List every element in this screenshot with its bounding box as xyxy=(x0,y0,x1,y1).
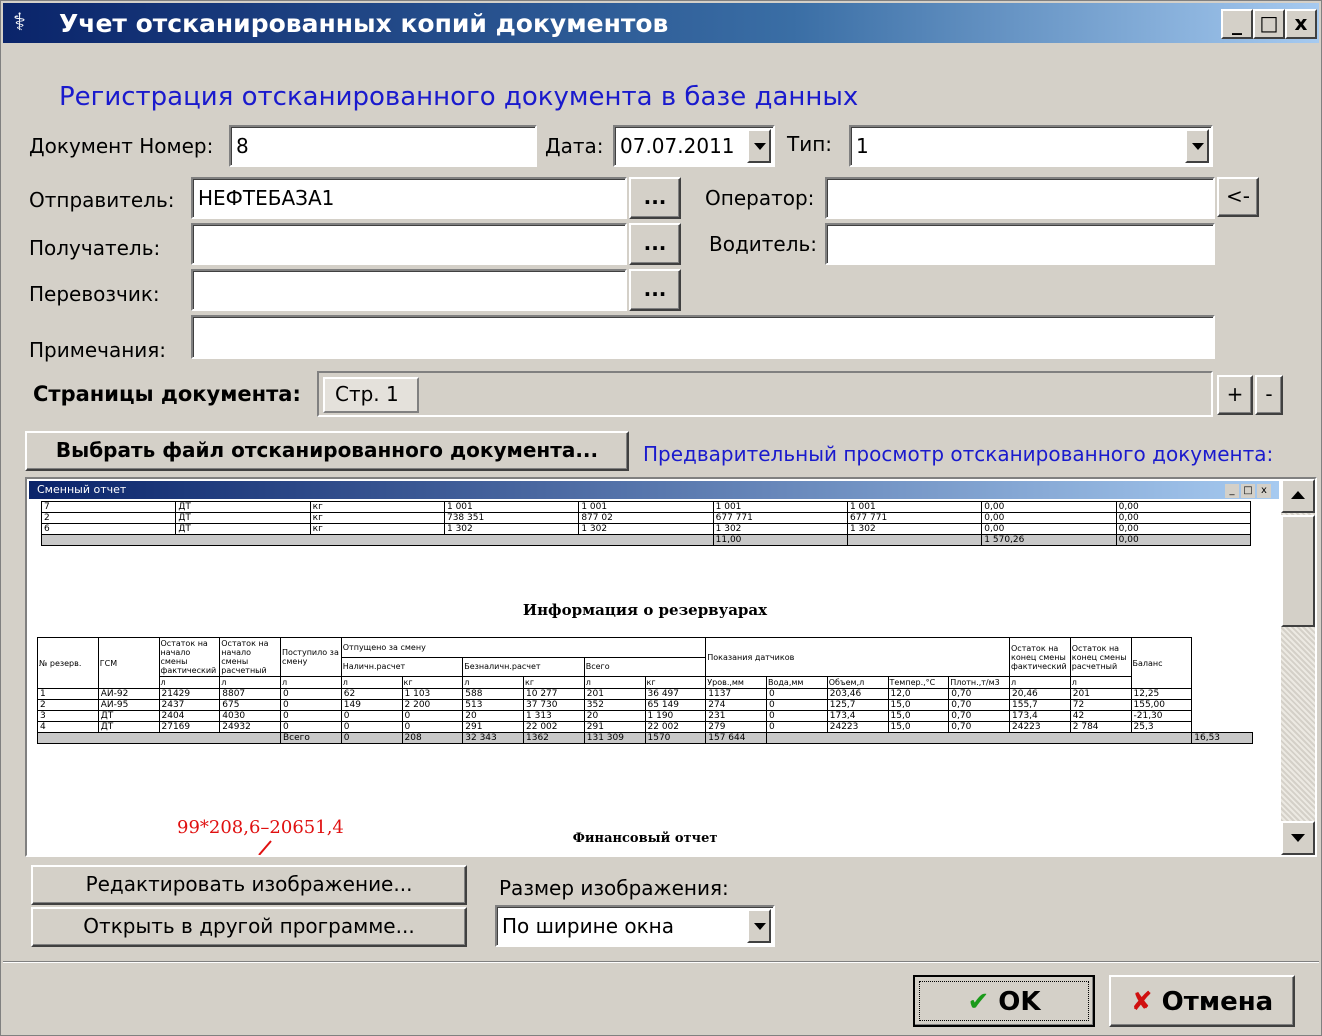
receiver-label: Получатель: xyxy=(29,236,161,260)
type-select[interactable]: 1 xyxy=(849,125,1213,167)
carrier-browse-button[interactable]: ... xyxy=(629,269,681,311)
driver-label: Водитель: xyxy=(709,232,818,256)
scan-reservoir-total-row: Всего 0 208 32 343 1362 131 309 1570 157 644 16,… xyxy=(37,732,1253,744)
scroll-up-button[interactable] xyxy=(1281,479,1315,513)
checkmark-icon: ✔ xyxy=(967,987,990,1017)
add-page-button[interactable]: + xyxy=(1217,375,1253,415)
open-external-button[interactable]: Открыть в другой программе... xyxy=(31,907,467,947)
page-tab-1[interactable]: Стр. 1 xyxy=(323,377,419,413)
maximize-button[interactable]: □ xyxy=(1253,9,1285,39)
sender-input[interactable]: НЕФТЕБАЗА1 xyxy=(191,177,627,219)
type-value: 1 xyxy=(856,134,869,158)
doc-number-label: Документ Номер: xyxy=(29,134,214,158)
cancel-button[interactable]: ✘ Отмена xyxy=(1109,975,1295,1027)
cancel-label: Отмена xyxy=(1161,987,1274,1017)
carrier-label: Перевозчик: xyxy=(29,282,160,306)
image-size-value: По ширине окна xyxy=(502,914,675,938)
operator-label: Оператор: xyxy=(705,186,815,210)
preview-scrollbar[interactable] xyxy=(1281,479,1315,855)
notes-input[interactable] xyxy=(191,315,1215,359)
scan-reservoir-table: № резерв. ГСМ Остаток на начало смены факт… xyxy=(37,637,1259,744)
receiver-browse-button[interactable]: ... xyxy=(629,223,681,265)
scan-top-total-row: 11,00 1 570,26 0,00 xyxy=(41,534,1252,546)
scan-top-row: 7 ДТ кг 1 001 1 001 1 001 1 001 0,00 0,00 xyxy=(40,501,1252,513)
carrier-input[interactable] xyxy=(191,269,627,311)
date-dropdown-button[interactable] xyxy=(747,129,771,163)
title-bar[interactable]: ⚕ Учет отсканированных копий документов … xyxy=(3,3,1319,43)
edit-image-button[interactable]: Редактировать изображение... xyxy=(31,865,467,905)
date-picker[interactable]: 07.07.2011 xyxy=(613,125,775,167)
app-icon: ⚕ xyxy=(13,8,26,36)
type-dropdown-button[interactable] xyxy=(1185,129,1209,163)
close-button[interactable]: x xyxy=(1285,9,1317,39)
type-label: Тип: xyxy=(787,132,833,156)
remove-page-button[interactable]: - xyxy=(1255,375,1283,415)
scan-reservoir-row: 1 АИ-92 21429 8807 0 62 1 103 588 10 277 201 36 49… xyxy=(37,688,1253,700)
receiver-input[interactable] xyxy=(191,223,627,265)
preview-caption: Предварительный просмотр отсканированног… xyxy=(643,442,1274,466)
scan-window-title: Сменный отчет xyxy=(37,483,127,496)
operator-input[interactable] xyxy=(825,177,1215,219)
ok-label: OK xyxy=(998,987,1041,1017)
pages-tab-bar: Стр. 1 xyxy=(317,371,1213,417)
scan-reservoir-row: 3 ДТ 2404 4030 0 0 0 20 1 313 20 1 190 231 0 173,4 15,… xyxy=(37,710,1253,722)
scan-reservoir-row: 4 ДТ 27169 24932 0 0 0 291 22 002 291 22 002 279 0 24… xyxy=(37,721,1253,733)
window-title: Учет отсканированных копий документов xyxy=(59,9,669,38)
scan-window-controls: _ □ x xyxy=(1223,482,1271,500)
select-file-button[interactable]: Выбрать файл отсканированного документа.… xyxy=(25,431,629,471)
scan-document: 7 ДТ кг 1 001 1 001 1 001 1 001 0,00 0,00 2 ДТ кг 73… xyxy=(31,501,1259,855)
ok-button[interactable]: ✔ OK xyxy=(913,975,1095,1027)
scan-top-table: 7 ДТ кг 1 001 1 001 1 001 1 001 0,00 0,00 2 ДТ кг 73… xyxy=(40,501,1259,546)
scan-top-row: 2 ДТ кг 738 351 877 02 677 771 677 771 0,00 0,00 xyxy=(40,512,1252,524)
sender-label: Отправитель: xyxy=(29,188,175,212)
sender-browse-button[interactable]: ... xyxy=(629,177,681,219)
minimize-button[interactable]: _ xyxy=(1221,9,1253,39)
scroll-down-button[interactable] xyxy=(1281,821,1315,855)
scan-reservoir-row: 2 АИ-95 2437 675 0 149 2 200 513 37 730 352 65 149… xyxy=(37,699,1253,711)
form-heading: Регистрация отсканированного документа в… xyxy=(59,82,859,112)
date-value: 07.07.2011 xyxy=(620,134,735,158)
scan-preview[interactable]: Сменный отчет _ □ x 7 ДТ кг 1 001 1 001 1 001 1 … xyxy=(25,477,1317,857)
image-size-label: Размер изображения: xyxy=(499,876,729,900)
operator-fill-button[interactable]: <- xyxy=(1217,177,1259,217)
scroll-thumb[interactable] xyxy=(1281,515,1315,627)
finance-title: Финансовый отчет xyxy=(572,831,718,846)
driver-input[interactable] xyxy=(825,223,1215,265)
main-window: ⚕ Учет отсканированных копий документов … xyxy=(0,0,1322,1036)
notes-label: Примечания: xyxy=(29,338,167,362)
scan-top-row: 6 ДТ кг 1 302 1 302 1 302 1 302 0,00 0,00 xyxy=(40,523,1252,535)
image-size-dropdown-button[interactable] xyxy=(747,909,771,943)
image-size-select[interactable]: По ширине окна xyxy=(495,905,775,947)
footer-separator xyxy=(3,961,1319,963)
cross-icon: ✘ xyxy=(1130,987,1153,1017)
pages-label: Страницы документа: xyxy=(33,382,301,406)
reservoir-title: Информация о резервуарах xyxy=(522,601,768,619)
scan-window-titlebar: Сменный отчет _ □ x xyxy=(29,481,1279,499)
doc-number-input[interactable]: 8 xyxy=(229,125,537,167)
date-label: Дата: xyxy=(545,134,604,158)
